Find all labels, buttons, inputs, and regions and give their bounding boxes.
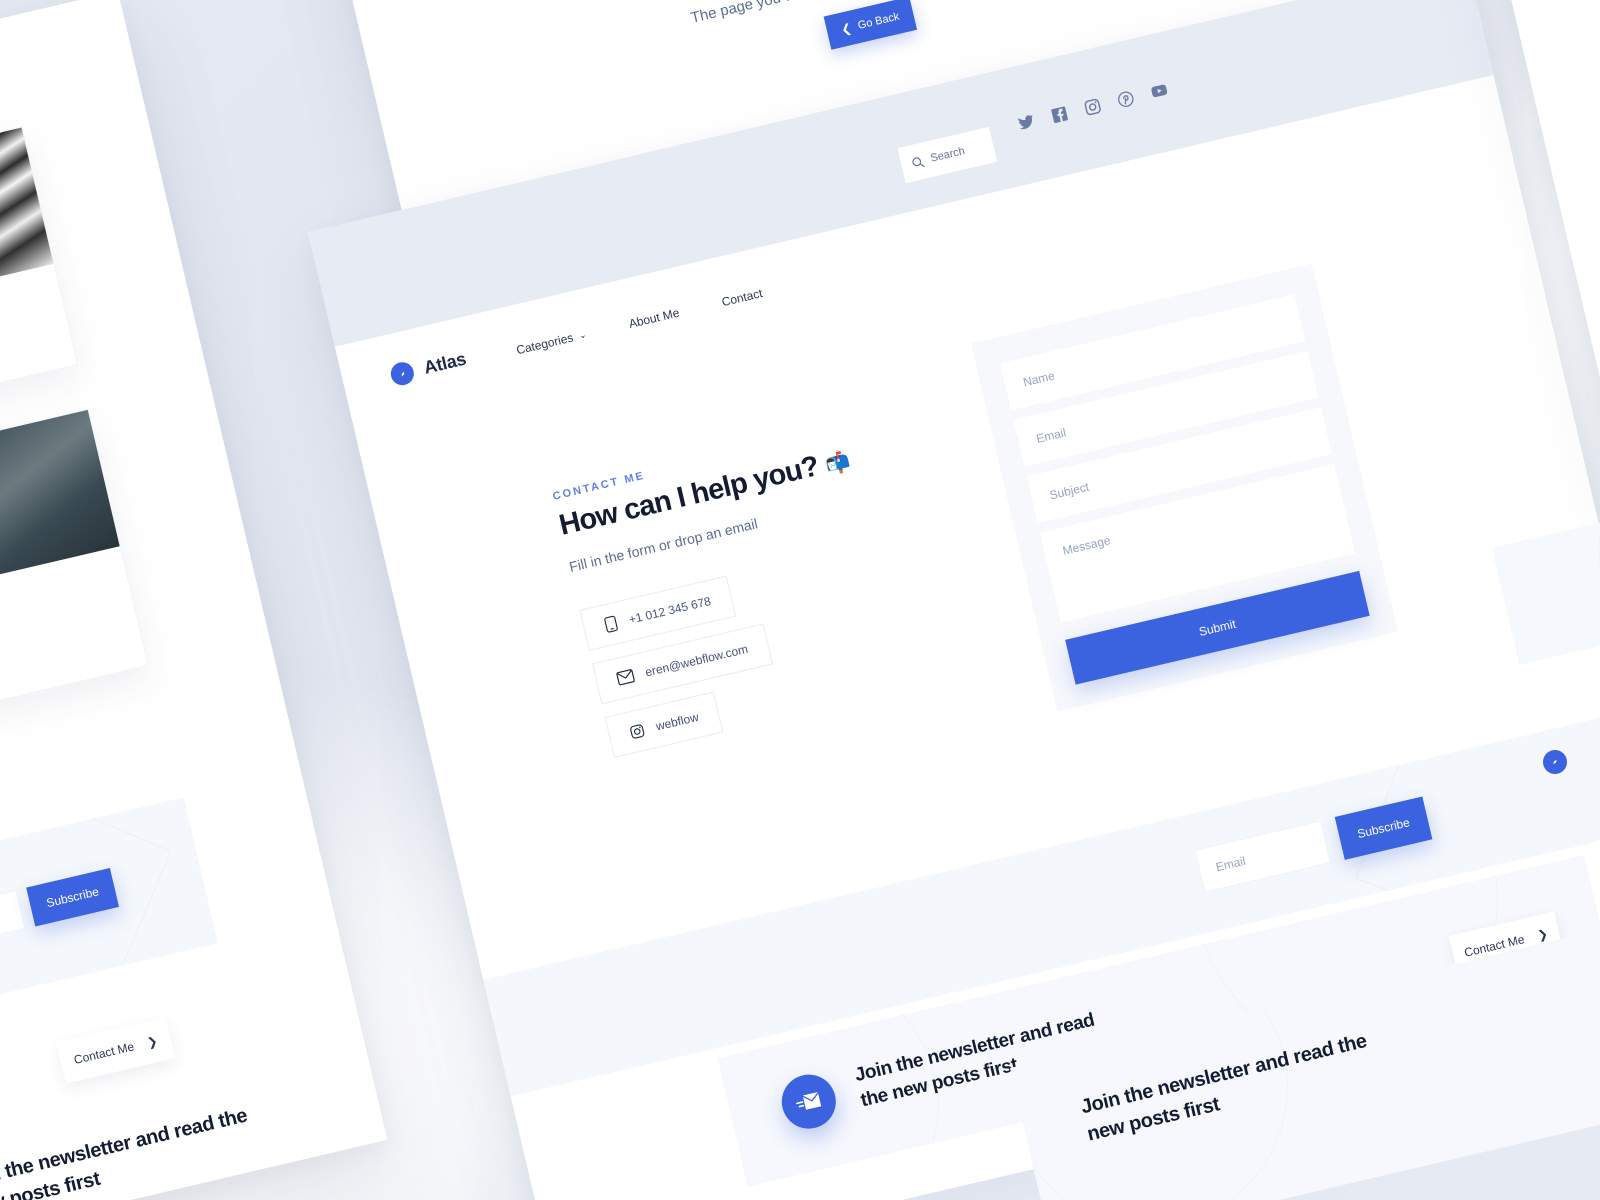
email-placeholder: Email xyxy=(1034,425,1068,446)
chevron-left-icon: ❮ xyxy=(839,20,853,37)
left-subscribe-strip: Subscribe xyxy=(0,797,218,1026)
compass-icon xyxy=(1553,759,1557,765)
envelope-send-icon xyxy=(796,1091,822,1110)
contact-method-list: +1 012 345 678 eren@webflow.com webflow xyxy=(579,570,785,758)
contact-form: Name Email Subject Message Submit xyxy=(970,263,1399,712)
chevron-down-icon: ⌄ xyxy=(577,328,588,341)
youtube-icon xyxy=(1151,84,1168,98)
post-excerpt: ed Duden flows by their es it with the n… xyxy=(0,612,125,707)
instagram-icon xyxy=(1084,98,1101,115)
mailbox-emoji-icon: 📬 xyxy=(823,450,852,478)
post-card[interactable]: ations with After ue ed Duden flows by t… xyxy=(0,408,149,735)
left-contact-me-label: Contact Me xyxy=(72,1039,136,1068)
name-placeholder: Name xyxy=(1021,368,1057,390)
social-link-instagram[interactable] xyxy=(1082,96,1102,116)
contact-headline-text: How can I help you? xyxy=(556,450,822,542)
subscribe-email-placeholder: Email xyxy=(1214,853,1247,875)
contact-chip-instagram[interactable]: webflow xyxy=(604,691,724,758)
post-excerpt: y their essary... xyxy=(0,312,54,407)
brand-logo[interactable]: Atlas xyxy=(388,348,469,388)
chevron-right-icon: ❯ xyxy=(1536,926,1550,943)
search-placeholder: Search xyxy=(929,145,967,165)
nav-label-about-me: About Me xyxy=(627,305,681,331)
compass-needle-icon xyxy=(401,371,404,377)
left-blog-sheet: ter y their essary... ations with After … xyxy=(0,0,388,1200)
nav-label-contact: Contact xyxy=(720,286,764,310)
subject-placeholder: Subject xyxy=(1048,479,1091,503)
mail-icon xyxy=(616,669,635,686)
phone-icon xyxy=(604,615,618,633)
brand-name: Atlas xyxy=(421,348,468,378)
social-link-facebook[interactable] xyxy=(1049,104,1069,124)
left-newsletter-heading: Join the newsletter and read the new pos… xyxy=(0,1104,250,1200)
pinterest-icon xyxy=(1117,91,1134,107)
social-links xyxy=(1016,80,1170,133)
nav-item-categories[interactable]: Categories ⌄ xyxy=(514,327,588,358)
chevron-right-icon: ❯ xyxy=(145,1033,159,1050)
article-paragraph-1: A wonderful serenity has taken possessio… xyxy=(1546,0,1600,124)
social-link-pinterest[interactable] xyxy=(1115,89,1135,109)
message-placeholder: Message xyxy=(1061,533,1112,558)
mockup-canvas: ter y their essary... ations with After … xyxy=(0,0,1600,1200)
post-card[interactable]: ter y their essary... xyxy=(0,126,79,434)
go-back-button[interactable]: ❮ Go Back xyxy=(823,0,918,50)
social-link-twitter[interactable] xyxy=(1016,112,1036,132)
contact-email-value: eren@webflow.com xyxy=(643,641,750,680)
facebook-icon xyxy=(1051,106,1068,123)
compass-icon xyxy=(388,359,417,388)
contact-phone-value: +1 012 345 678 xyxy=(627,593,713,627)
nav-label-categories: Categories xyxy=(514,330,575,358)
go-back-label: Go Back xyxy=(856,10,901,32)
left-contact-me-button[interactable]: Contact Me ❯ xyxy=(56,1017,176,1084)
nav-item-contact[interactable]: Contact xyxy=(720,286,763,309)
twitter-icon xyxy=(1018,114,1033,129)
social-link-youtube[interactable] xyxy=(1148,80,1170,102)
nav-item-about-me[interactable]: About Me xyxy=(627,306,680,331)
search-input[interactable]: Search xyxy=(896,125,999,185)
floating-brand-mark[interactable] xyxy=(1543,750,1567,774)
contact-instagram-value: webflow xyxy=(654,709,700,734)
subscribe-email-input[interactable]: Email xyxy=(1194,820,1332,893)
instagram-icon xyxy=(630,723,645,739)
search-icon xyxy=(912,156,925,167)
